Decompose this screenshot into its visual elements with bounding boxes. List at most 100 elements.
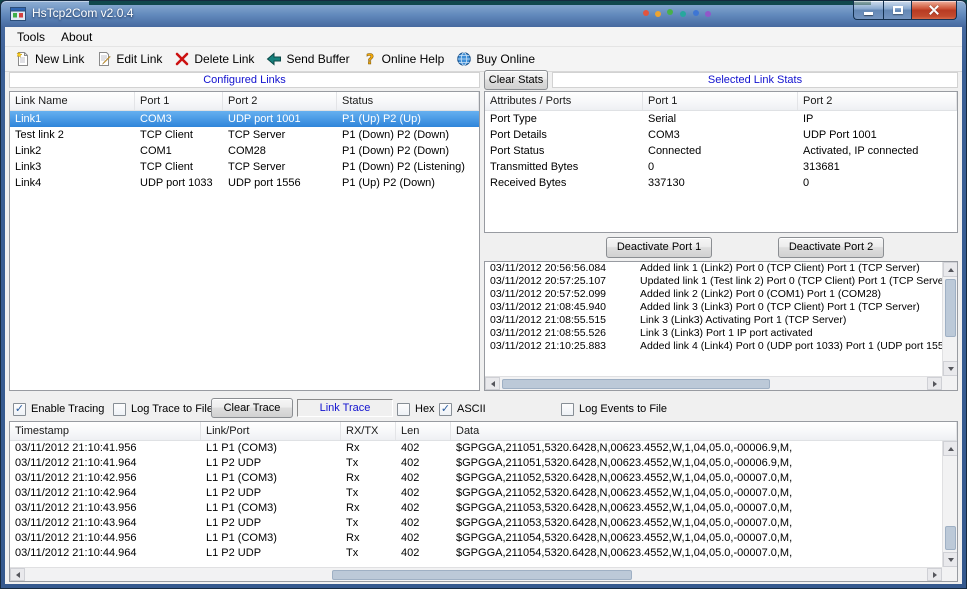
link-row[interactable]: Link4 UDP port 1033 UDP port 1556 P1 (Up… bbox=[10, 175, 479, 191]
scrollbar-thumb[interactable] bbox=[945, 279, 956, 337]
deactivate-port1-button[interactable]: Deactivate Port 1 bbox=[606, 237, 712, 258]
scroll-left-button[interactable] bbox=[10, 568, 25, 581]
hex-checkbox[interactable]: Hex bbox=[397, 401, 435, 417]
trace-horizontal-scrollbar[interactable] bbox=[10, 567, 942, 581]
minimize-button[interactable] bbox=[853, 1, 883, 20]
checkbox-unchecked-icon bbox=[561, 403, 574, 416]
cell-timestamp: 03/11/2012 21:10:44.956 bbox=[10, 531, 201, 546]
enable-tracing-checkbox[interactable]: Enable Tracing bbox=[13, 401, 104, 417]
scroll-right-button[interactable] bbox=[927, 568, 942, 581]
event-log-entry[interactable]: 03/11/2012 20:57:52.099 Added link 2 (Li… bbox=[485, 288, 942, 301]
link-row[interactable]: Test link 2 TCP Client TCP Server P1 (Do… bbox=[10, 127, 479, 143]
link-row[interactable]: Link2 COM1 COM28 P1 (Down) P2 (Down) bbox=[10, 143, 479, 159]
link-row[interactable]: Link3 TCP Client TCP Server P1 (Down) P2… bbox=[10, 159, 479, 175]
trace-row[interactable]: 03/11/2012 21:10:41.964 L1 P2 UDP Tx 402… bbox=[10, 456, 942, 471]
ascii-checkbox[interactable]: ASCII bbox=[439, 401, 486, 417]
scroll-down-button[interactable] bbox=[943, 361, 958, 376]
checkbox-unchecked-icon bbox=[113, 403, 126, 416]
event-log-entry[interactable]: 03/11/2012 20:56:56.084 Added link 1 (Li… bbox=[485, 262, 942, 275]
event-message: Link 3 (Link3) Activating Port 1 (TCP Se… bbox=[635, 314, 942, 327]
column-header-link-name[interactable]: Link Name bbox=[10, 92, 135, 110]
cell-rxtx: Rx bbox=[341, 531, 396, 546]
scroll-right-button[interactable] bbox=[927, 377, 942, 390]
cell-port2: 313681 bbox=[798, 159, 957, 175]
trace-row[interactable]: 03/11/2012 21:10:43.956 L1 P1 (COM3) Rx … bbox=[10, 501, 942, 516]
stats-row[interactable]: Received Bytes 337130 0 bbox=[485, 175, 957, 191]
stats-row[interactable]: Port Details COM3 UDP Port 1001 bbox=[485, 127, 957, 143]
event-log-horizontal-scrollbar[interactable] bbox=[485, 376, 942, 390]
stats-row[interactable]: Port Status Connected Activated, IP conn… bbox=[485, 143, 957, 159]
event-log-entry[interactable]: 03/11/2012 21:08:55.526 Link 3 (Link3) P… bbox=[485, 327, 942, 340]
scroll-up-button[interactable] bbox=[943, 262, 958, 277]
maximize-button[interactable] bbox=[883, 1, 911, 20]
stats-row[interactable]: Transmitted Bytes 0 313681 bbox=[485, 159, 957, 175]
edit-link-button[interactable]: Edit Link bbox=[90, 49, 168, 69]
new-link-button[interactable]: New Link bbox=[9, 49, 90, 69]
trace-row[interactable]: 03/11/2012 21:10:42.956 L1 P1 (COM3) Rx … bbox=[10, 471, 942, 486]
log-trace-to-file-checkbox[interactable]: Log Trace to File bbox=[113, 401, 213, 417]
event-log-entry[interactable]: 03/11/2012 21:10:25.883 Added link 4 (Li… bbox=[485, 340, 942, 353]
column-header-link-port[interactable]: Link/Port bbox=[201, 422, 341, 440]
column-header-data[interactable]: Data bbox=[451, 422, 957, 440]
event-log-entry[interactable]: 03/11/2012 21:08:55.515 Link 3 (Link3) A… bbox=[485, 314, 942, 327]
checkbox-checked-icon bbox=[13, 403, 26, 416]
send-buffer-button[interactable]: Send Buffer bbox=[260, 49, 355, 69]
scroll-up-button[interactable] bbox=[943, 441, 958, 456]
event-log-vertical-scrollbar[interactable] bbox=[942, 262, 957, 376]
column-header-timestamp[interactable]: Timestamp bbox=[10, 422, 201, 440]
column-header-port1[interactable]: Port 1 bbox=[135, 92, 223, 110]
menu-bar: Tools About bbox=[5, 27, 962, 47]
event-log-entry[interactable]: 03/11/2012 20:57:25.107 Updated link 1 (… bbox=[485, 275, 942, 288]
toolbar-button-label: Edit Link bbox=[116, 52, 162, 66]
menu-about[interactable]: About bbox=[53, 28, 100, 46]
stats-row[interactable]: Port Type Serial IP bbox=[485, 111, 957, 127]
scroll-left-button[interactable] bbox=[485, 377, 500, 390]
clear-trace-button[interactable]: Clear Trace bbox=[211, 398, 293, 418]
column-header-port2[interactable]: Port 2 bbox=[223, 92, 337, 110]
scrollbar-thumb[interactable] bbox=[502, 379, 770, 389]
column-header-port1[interactable]: Port 1 bbox=[643, 92, 798, 110]
event-time: 03/11/2012 21:10:25.883 bbox=[485, 340, 635, 353]
scroll-down-button[interactable] bbox=[943, 552, 958, 567]
deactivate-port2-button[interactable]: Deactivate Port 2 bbox=[778, 237, 884, 258]
column-header-rxtx[interactable]: RX/TX bbox=[341, 422, 396, 440]
trace-vertical-scrollbar[interactable] bbox=[942, 441, 957, 567]
online-help-icon: ? bbox=[362, 51, 378, 67]
cell-link-name: Link3 bbox=[10, 159, 135, 175]
scrollbar-thumb[interactable] bbox=[332, 570, 632, 580]
trace-rows: 03/11/2012 21:10:41.956 L1 P1 (COM3) Rx … bbox=[10, 441, 942, 567]
column-header-port2[interactable]: Port 2 bbox=[798, 92, 957, 110]
svg-text:?: ? bbox=[366, 52, 374, 67]
log-events-to-file-checkbox[interactable]: Log Events to File bbox=[561, 401, 667, 417]
clear-stats-button[interactable]: Clear Stats bbox=[484, 70, 548, 90]
link-stats-column-headers: Attributes / Ports Port 1 Port 2 bbox=[485, 92, 957, 111]
online-help-button[interactable]: ? Online Help bbox=[356, 49, 451, 69]
cell-link-port: L1 P1 (COM3) bbox=[201, 501, 341, 516]
app-window: HsTcp2Com v2.0.4 Tools About New Link Ed… bbox=[0, 0, 967, 589]
cell-port1: COM3 bbox=[643, 127, 798, 143]
trace-row[interactable]: 03/11/2012 21:10:41.956 L1 P1 (COM3) Rx … bbox=[10, 441, 942, 456]
link-row-selected[interactable]: Link1 COM3 UDP port 1001 P1 (Up) P2 (Up) bbox=[10, 111, 479, 127]
close-icon bbox=[928, 4, 940, 16]
titlebar[interactable]: HsTcp2Com v2.0.4 bbox=[1, 1, 966, 27]
column-header-status[interactable]: Status bbox=[337, 92, 479, 110]
buy-online-button[interactable]: Buy Online bbox=[450, 49, 541, 69]
trace-row[interactable]: 03/11/2012 21:10:42.964 L1 P2 UDP Tx 402… bbox=[10, 486, 942, 501]
cell-port2: UDP port 1001 bbox=[223, 111, 337, 127]
trace-row[interactable]: 03/11/2012 21:10:44.964 L1 P2 UDP Tx 402… bbox=[10, 546, 942, 561]
menu-tools[interactable]: Tools bbox=[9, 28, 53, 46]
column-header-attributes[interactable]: Attributes / Ports bbox=[485, 92, 643, 110]
cell-timestamp: 03/11/2012 21:10:43.956 bbox=[10, 501, 201, 516]
cell-data: $GPGGA,211054,5320.6428,N,00623.4552,W,1… bbox=[451, 546, 942, 561]
cell-rxtx: Tx bbox=[341, 546, 396, 561]
scrollbar-thumb[interactable] bbox=[945, 526, 956, 550]
arrow-down-icon bbox=[948, 558, 954, 562]
event-log-list: 03/11/2012 20:56:56.084 Added link 1 (Li… bbox=[485, 262, 942, 376]
trace-row[interactable]: 03/11/2012 21:10:43.964 L1 P2 UDP Tx 402… bbox=[10, 516, 942, 531]
trace-row[interactable]: 03/11/2012 21:10:44.956 L1 P1 (COM3) Rx … bbox=[10, 531, 942, 546]
close-button[interactable] bbox=[911, 1, 957, 20]
delete-link-button[interactable]: Delete Link bbox=[168, 49, 260, 69]
event-log-entry[interactable]: 03/11/2012 21:08:45.940 Added link 3 (Li… bbox=[485, 301, 942, 314]
column-header-len[interactable]: Len bbox=[396, 422, 451, 440]
event-message: Added link 2 (Link2) Port 0 (COM1) Port … bbox=[635, 288, 942, 301]
